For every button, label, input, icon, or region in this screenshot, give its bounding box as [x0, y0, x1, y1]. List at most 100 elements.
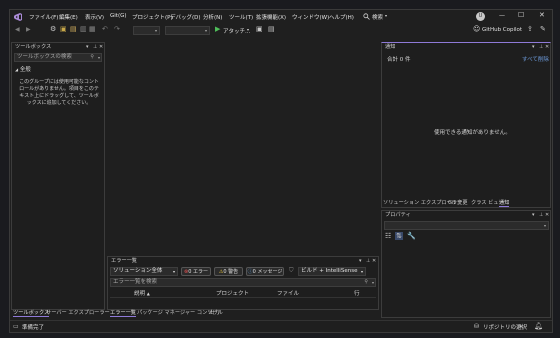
menu-help[interactable]: ヘルプ(H): [329, 13, 354, 21]
error-list-panel: エラー一覧 ▾ ⊥ ✕ ソリューション全体 ▾ ⊗0 エラー ⚠0 警告 ⓘ0 …: [107, 256, 379, 310]
scope-dropdown[interactable]: ソリューション全体 ▾: [110, 267, 178, 276]
close-icon[interactable]: ✕: [539, 11, 545, 19]
redo-icon[interactable]: ↷: [114, 25, 120, 33]
toolbox-search-input[interactable]: ツールボックスの検索 ⚲ ▾: [14, 53, 102, 62]
search-box[interactable]: 検索 ▾: [362, 12, 394, 22]
chevron-down-icon[interactable]: ▾: [359, 257, 362, 265]
menu-project[interactable]: プロジェクト(P): [132, 13, 173, 21]
chevron-down-icon: ▾: [172, 269, 175, 274]
column-file[interactable]: ファイル: [277, 289, 299, 297]
menu-view[interactable]: 表示(V): [85, 13, 104, 21]
toolbar: ◀ ▶ ⚙ ▣ ▤ ▥ ▦ ↶ ↷ ▾ ▾ ▶ アタッチ... ▾ ▣ ▤ ☺ …: [10, 24, 552, 37]
share-icon[interactable]: ⇪: [527, 25, 533, 33]
chevron-down-icon: ▾: [371, 280, 374, 285]
sort-up-icon: ▲: [146, 291, 150, 296]
chevron-down-icon[interactable]: ▾: [247, 27, 249, 32]
chevron-down-icon: ◢: [15, 67, 19, 72]
chevron-down-icon: ▾: [360, 269, 363, 274]
minimize-icon[interactable]: —: [499, 12, 505, 19]
messages-label: 0 メッセージ: [252, 269, 283, 275]
close-icon[interactable]: ✕: [372, 257, 376, 265]
toolbox-group-general[interactable]: ◢ 全般: [15, 65, 103, 73]
copilot-icon[interactable]: ☺: [473, 25, 480, 33]
notifications-header: 通知: [382, 43, 550, 51]
column-project[interactable]: プロジェクト: [216, 289, 249, 297]
git-branch-icon[interactable]: ⚙: [50, 25, 56, 33]
platform-dropdown[interactable]: ▾: [165, 26, 210, 35]
browser-icon[interactable]: ▣: [256, 25, 263, 33]
chevron-down-icon: ▾: [204, 28, 207, 33]
pin-icon[interactable]: ⊥: [93, 43, 97, 51]
chevron-down-icon[interactable]: ▾: [86, 43, 89, 51]
new-project-icon[interactable]: ▣: [60, 25, 67, 33]
menu-edit[interactable]: 編集(E): [59, 13, 78, 21]
forward-icon[interactable]: ▶: [26, 26, 31, 33]
chevron-down-icon[interactable]: ▾: [532, 43, 535, 51]
menu-extensions[interactable]: 拡張機能(X): [256, 13, 286, 21]
undo-icon[interactable]: ↶: [102, 25, 108, 33]
error-list-title: エラー一覧: [111, 258, 137, 264]
avatar[interactable]: U: [476, 12, 485, 21]
clear-all-link[interactable]: すべて削除: [522, 55, 549, 63]
column-description[interactable]: 説明 ▲: [134, 289, 150, 297]
visual-studio-logo-icon: [14, 13, 23, 21]
tab-notifications[interactable]: 通知: [499, 199, 510, 207]
notifications-count: 合計 0 件: [387, 57, 411, 63]
close-icon[interactable]: ✕: [545, 211, 549, 219]
notifications-panel: 通知 ▾ ⊥ ✕ 合計 0 件 すべて削除 使用できる通知がありません。: [381, 42, 551, 208]
chevron-down-icon: ▾: [154, 28, 157, 33]
menu-git[interactable]: Git(G): [110, 13, 127, 19]
menu-window[interactable]: ウィンドウ(W): [292, 13, 329, 21]
play-icon[interactable]: ▶: [215, 25, 220, 33]
layout-icon[interactable]: ▤: [268, 25, 275, 33]
title-bar: ファイル(F) 編集(E) 表示(V) Git(G) プロジェクト(P) デバッ…: [10, 10, 552, 24]
menu-file[interactable]: ファイル(F): [29, 13, 58, 21]
tab-error-list[interactable]: エラー一覧: [110, 309, 136, 317]
save-all-icon[interactable]: ▦: [89, 25, 96, 33]
menu-debug[interactable]: デバッグ(D): [170, 13, 201, 21]
chevron-down-icon: ▾: [385, 13, 388, 18]
warnings-filter-button[interactable]: ⚠0 警告: [214, 267, 243, 276]
chevron-down-icon[interactable]: ▾: [532, 211, 535, 219]
errors-label: 0 エラー: [188, 269, 208, 275]
close-icon[interactable]: ✕: [99, 43, 103, 51]
errors-filter-button[interactable]: ⊗0 エラー: [181, 267, 211, 276]
categorized-icon[interactable]: ☷: [385, 232, 391, 240]
alphabetical-icon[interactable]: ⇅: [395, 232, 403, 240]
search-icon: [363, 13, 370, 22]
properties-object-dropdown[interactable]: ▾: [384, 221, 549, 230]
tab-git-changes[interactable]: Git 変更: [448, 199, 468, 206]
chevron-up-icon[interactable]: ▴: [520, 323, 522, 328]
toolbox-search-placeholder: ツールボックスの検索: [17, 54, 72, 60]
tab-server-explorer[interactable]: サーバー エクスプローラー: [46, 309, 110, 316]
maximize-icon[interactable]: ☐: [518, 11, 524, 19]
property-pages-icon[interactable]: 🔧: [407, 232, 416, 240]
save-icon[interactable]: ▥: [80, 25, 87, 33]
menu-tools[interactable]: ツール(T): [229, 13, 253, 21]
properties-panel: プロパティ ▾ ⊥ ✕ ▾ ☷ ⇅ 🔧: [381, 210, 551, 318]
bell-icon[interactable]: 🔔︎: [534, 322, 543, 330]
error-list-search-input[interactable]: エラー一覧を検索 ⚲ ▾: [110, 278, 376, 287]
open-folder-icon[interactable]: ▤: [70, 25, 77, 33]
toolbox-empty-text: このグループには使用可能なコントロールがありません。項目をこのテキスト上にドラッ…: [19, 79, 99, 106]
build-dropdown[interactable]: ビルド + IntelliSense ▾: [298, 267, 366, 276]
pin-icon[interactable]: ⊥: [539, 43, 543, 51]
messages-filter-button[interactable]: ⓘ0 メッセージ: [246, 267, 284, 276]
close-icon[interactable]: ✕: [545, 43, 549, 51]
configuration-dropdown[interactable]: ▾: [133, 26, 160, 35]
status-ready: 準備完了: [22, 325, 45, 331]
chevron-down-icon: ▾: [97, 55, 100, 60]
pin-icon[interactable]: ⊥: [366, 257, 370, 265]
tab-toolbox[interactable]: ツールボックス: [13, 309, 50, 317]
menu-analyze[interactable]: 分析(N): [203, 13, 222, 21]
feedback-icon[interactable]: ✎: [540, 25, 546, 33]
pin-icon[interactable]: ⊥: [539, 211, 543, 219]
column-line[interactable]: 行: [354, 289, 360, 297]
tab-output[interactable]: 出力: [209, 309, 219, 316]
copilot-label[interactable]: GitHub Copilot: [482, 27, 522, 33]
toolbox-header: ツールボックス: [12, 43, 104, 51]
source-control-icon[interactable]: ⛁: [474, 323, 479, 330]
back-icon[interactable]: ◀: [15, 26, 20, 33]
filter-icon[interactable]: ⛉: [289, 267, 294, 275]
warnings-label: 0 警告: [223, 269, 239, 275]
